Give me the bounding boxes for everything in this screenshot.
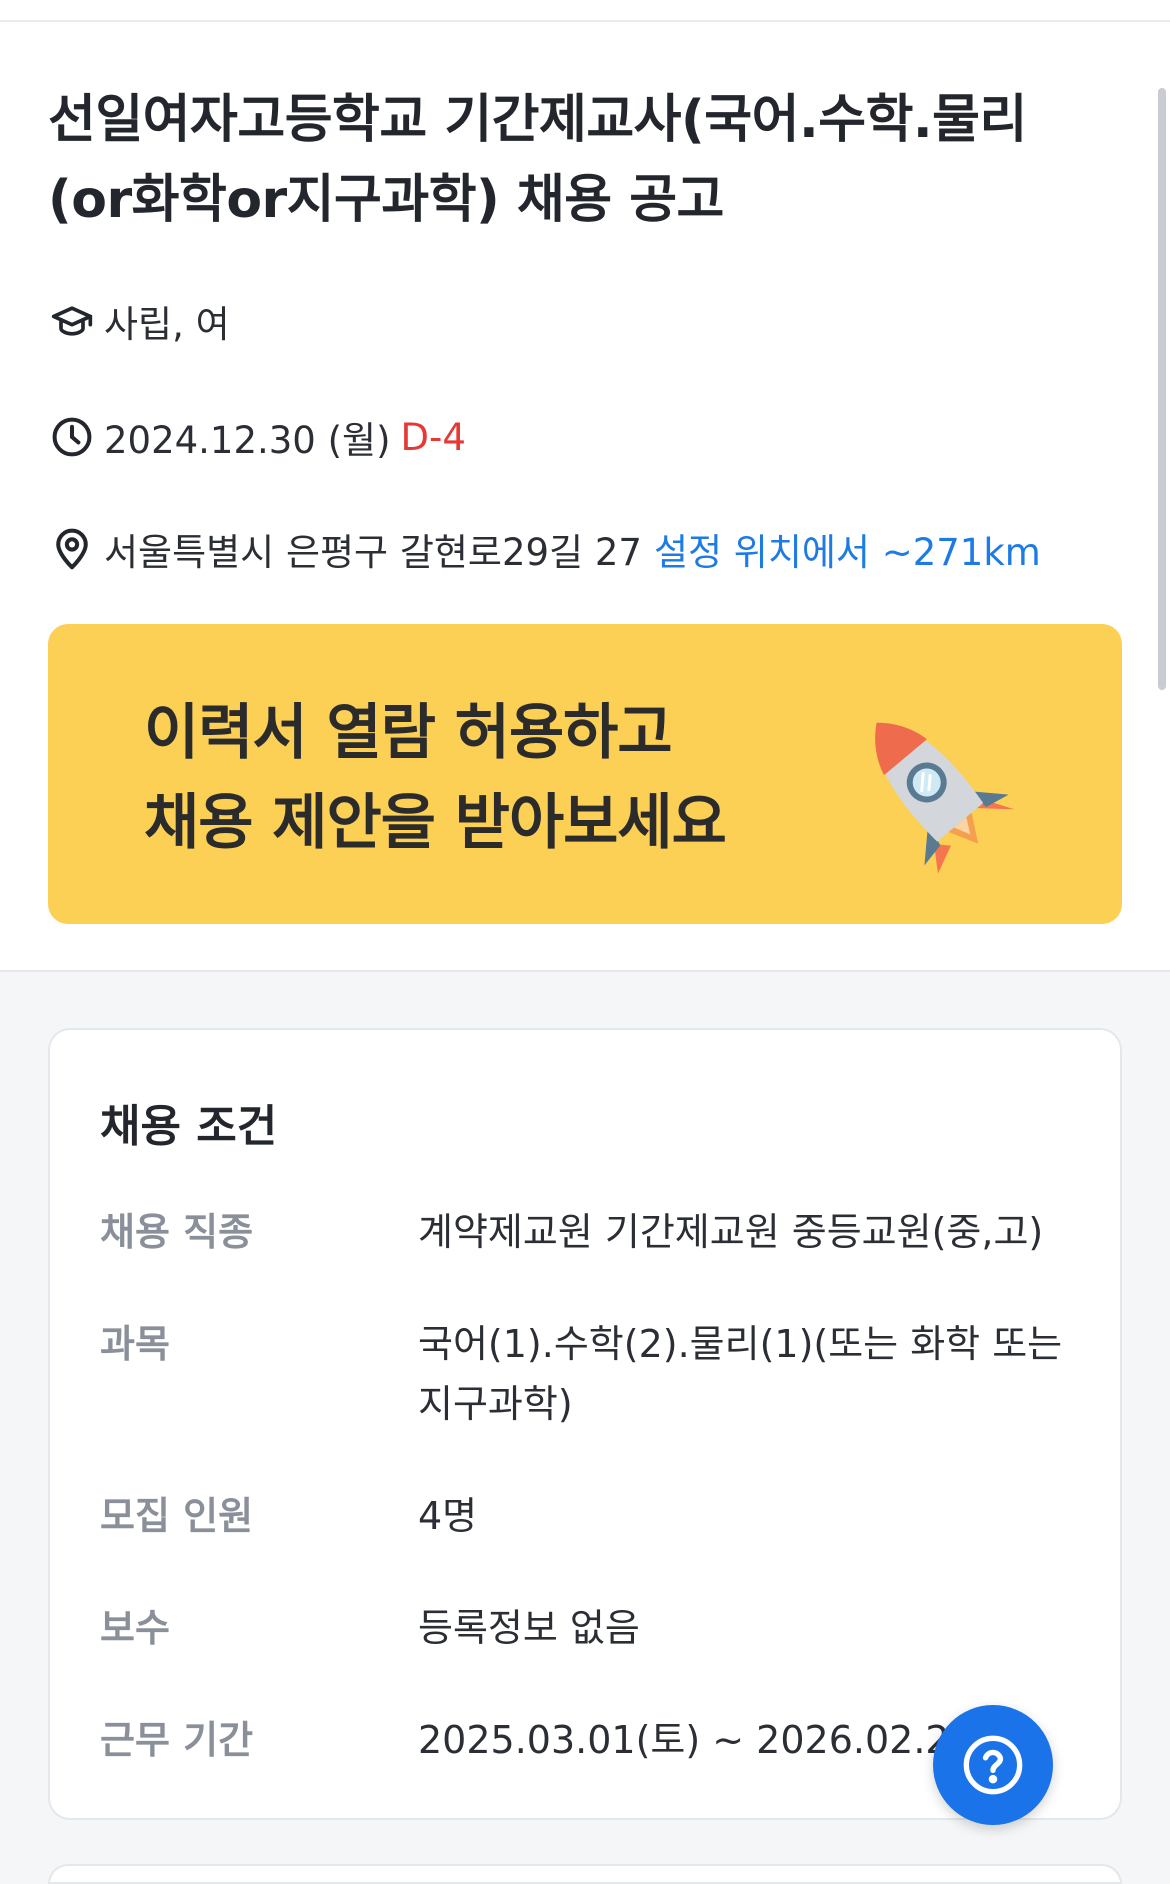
condition-label: 근무 기간 [100, 1718, 254, 1762]
conditions-title: 채용 조건 [100, 1101, 278, 1152]
condition-label: 보수 [100, 1606, 170, 1650]
address-row: 서울특별시 은평구 갈현로29길 27 설정 위치에서 ~271km [50, 522, 1041, 576]
condition-value: 등록정보 없음 [418, 1606, 640, 1650]
condition-value: 계약제교원 기간제교원 중등교원(중,고) [418, 1210, 1044, 1254]
condition-value: 4명 [418, 1494, 478, 1538]
page-title: 선일여자고등학교 기간제교사(국어.수학.물리(or화학or지구과학) 채용 공… [48, 90, 1027, 230]
resume-open-banner[interactable]: 이력서 열람 허용하고 채용 제안을 받아보세요 [48, 624, 1122, 924]
dday-badge: D-4 [400, 415, 466, 459]
condition-value: 국어(1).수학(2).물리(1)(또는 화학 또는 지구과학) [418, 1322, 1063, 1426]
banner-line-2: 채용 제안을 받아보세요 [144, 788, 727, 858]
deadline-date: 2024.12.30 (월) [104, 419, 391, 462]
banner-line-1: 이력서 열람 허용하고 [144, 698, 673, 768]
hiring-conditions-card: 채용 조건 채용 직종 계약제교원 기간제교원 중등교원(중,고) 과목 국어(… [48, 1028, 1122, 1820]
next-card-edge [48, 1864, 1122, 1884]
school-type-row: 사립, 여 [50, 294, 230, 348]
banner-text: 이력서 열람 허용하고 채용 제안을 받아보세요 [144, 688, 727, 868]
map-pin-icon [56, 528, 88, 570]
condition-label: 과목 [100, 1322, 170, 1366]
school-type-text: 사립, 여 [104, 303, 230, 346]
distance-link[interactable]: 설정 위치에서 ~271km [654, 522, 1041, 576]
top-strip [0, 0, 1170, 22]
rocket-icon [875, 722, 1015, 874]
scrollbar[interactable] [1158, 88, 1166, 690]
deadline-row: 2024.12.30 (월) D-4 [50, 410, 466, 464]
clock-icon [52, 417, 92, 457]
condition-label: 채용 직종 [100, 1210, 254, 1254]
graduation-cap-icon [51, 306, 93, 336]
help-button[interactable] [933, 1705, 1053, 1825]
question-icon [963, 1735, 1023, 1795]
address-text: 서울특별시 은평구 갈현로29길 27 [104, 531, 642, 574]
condition-label: 모집 인원 [100, 1494, 254, 1538]
